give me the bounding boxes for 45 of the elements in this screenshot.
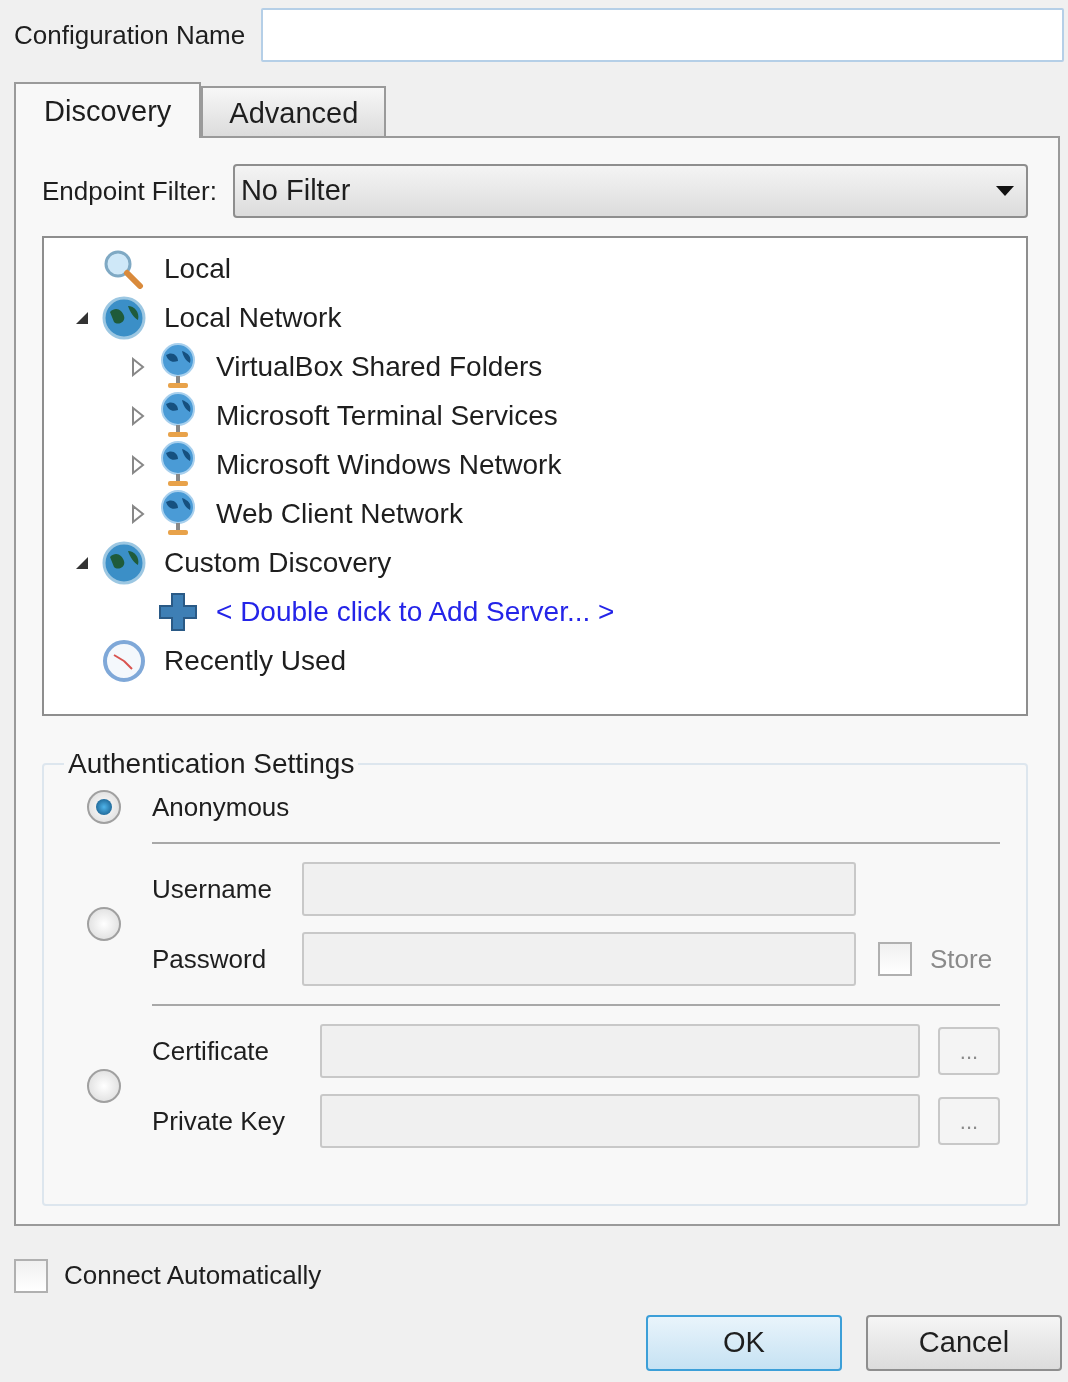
filter-dropdown[interactable]: No Filter bbox=[232, 164, 1028, 218]
expand-arrow-icon[interactable] bbox=[131, 503, 145, 524]
network-globe-icon bbox=[158, 391, 198, 440]
tree-item[interactable]: Microsoft Terminal Services bbox=[216, 394, 558, 437]
tree-item[interactable]: Local Network bbox=[164, 296, 342, 339]
tree-item[interactable]: Custom Discovery bbox=[164, 541, 392, 584]
network-globe-icon bbox=[158, 440, 198, 489]
collapse-arrow-icon[interactable] bbox=[75, 555, 89, 570]
option-label: Anonymous bbox=[152, 792, 290, 822]
globe-icon bbox=[102, 295, 146, 340]
checkbox[interactable] bbox=[14, 1258, 48, 1293]
collapse-arrow-icon[interactable] bbox=[75, 310, 89, 325]
field-label: Configuration Name bbox=[14, 18, 246, 52]
checkbox-label: Store bbox=[930, 942, 993, 976]
tab[interactable]: Discovery bbox=[14, 82, 202, 138]
field-label: Username bbox=[152, 872, 273, 906]
network-globe-icon bbox=[158, 489, 198, 538]
tree-item[interactable]: Local bbox=[164, 247, 231, 290]
radio-button[interactable] bbox=[87, 1069, 121, 1103]
field-label: Password bbox=[152, 942, 268, 976]
radio-button[interactable] bbox=[87, 907, 121, 941]
globe-icon bbox=[102, 540, 146, 585]
tree-item[interactable]: VirtualBox Shared Folders bbox=[216, 345, 543, 388]
group-title: Authentication Settings bbox=[67, 750, 356, 778]
name-input-field[interactable] bbox=[261, 8, 1064, 62]
expand-arrow-icon[interactable] bbox=[131, 454, 145, 475]
tree-item[interactable]: Web Client Network bbox=[216, 492, 463, 535]
field-label: Private Key bbox=[152, 1104, 286, 1138]
clock-icon bbox=[102, 638, 146, 683]
radio-button[interactable] bbox=[87, 790, 121, 824]
network-globe-icon bbox=[158, 342, 198, 391]
expand-arrow-icon[interactable] bbox=[131, 356, 145, 377]
plus-icon bbox=[158, 591, 198, 632]
add-server-link[interactable]: < Double click to Add Server... > bbox=[216, 590, 615, 633]
tree-item[interactable]: Recently Used bbox=[164, 639, 347, 682]
tree-item[interactable]: Microsoft Windows Network bbox=[216, 443, 562, 486]
tab[interactable]: Advanced bbox=[201, 86, 387, 136]
expand-arrow-icon[interactable] bbox=[131, 405, 145, 426]
checkbox-label: Connect Automatically bbox=[64, 1259, 322, 1292]
ok-button[interactable]: OK bbox=[646, 1315, 842, 1371]
field-label: Certificate bbox=[152, 1034, 271, 1068]
dropdown-arrow-icon bbox=[996, 186, 1014, 196]
cancel-button[interactable]: Cancel bbox=[866, 1315, 1062, 1371]
magnifier-icon bbox=[102, 248, 146, 289]
field-label: Endpoint Filter: bbox=[42, 174, 217, 208]
